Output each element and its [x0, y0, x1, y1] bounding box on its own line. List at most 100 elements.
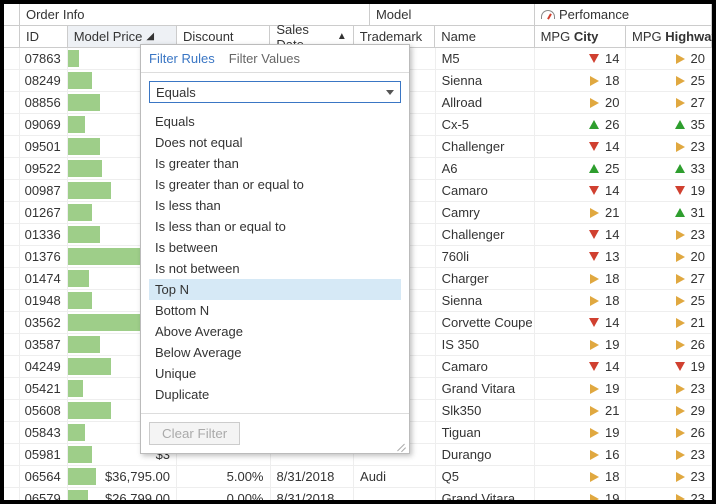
- cell-mpg-city: 19: [535, 334, 626, 355]
- row-gutter: [4, 488, 20, 500]
- cell-id: 03562: [20, 312, 68, 333]
- cell-name: Q5: [436, 466, 535, 487]
- cell-mpg-city: 14: [535, 136, 626, 157]
- cell-mpg-highway: 20: [626, 48, 712, 69]
- band-performance[interactable]: Perfomance: [535, 4, 712, 25]
- cell-id: 09522: [20, 158, 68, 179]
- header-mpg-highway[interactable]: MPG Highway: [626, 26, 712, 47]
- filter-option[interactable]: Is greater than: [149, 153, 401, 174]
- arrow-right-icon: [676, 406, 685, 416]
- cell-name: Allroad: [436, 92, 535, 113]
- cell-date: 8/31/2018: [271, 488, 355, 500]
- cell-name: Camaro: [436, 356, 535, 377]
- filter-option[interactable]: Is greater than or equal to: [149, 174, 401, 195]
- cell-mpg-highway: 23: [626, 444, 712, 465]
- filter-option[interactable]: Does not equal: [149, 132, 401, 153]
- cell-mpg-highway: 26: [626, 422, 712, 443]
- row-gutter: [4, 158, 20, 179]
- cell-discount: 5.00%: [177, 466, 270, 487]
- arrow-down-icon: [589, 54, 599, 63]
- cell-mpg-highway: 23: [626, 224, 712, 245]
- cell-name: Camry: [436, 202, 535, 223]
- arrow-right-icon: [590, 76, 599, 86]
- filter-popup-footer: Clear Filter: [141, 413, 409, 453]
- cell-name: Corvette Coupe: [436, 312, 535, 333]
- filter-option[interactable]: Unique: [149, 363, 401, 384]
- filter-option[interactable]: Duplicate: [149, 384, 401, 405]
- filter-option[interactable]: Is less than: [149, 195, 401, 216]
- arrow-right-icon: [676, 98, 685, 108]
- filter-rule-select[interactable]: Equals: [149, 81, 401, 103]
- arrow-down-icon: [589, 362, 599, 371]
- band-performance-label: Perfomance: [559, 7, 629, 22]
- cell-mpg-highway: 23: [626, 378, 712, 399]
- header-name[interactable]: Name: [435, 26, 534, 47]
- cell-mpg-city: 13: [535, 246, 626, 267]
- arrow-down-icon: [589, 318, 599, 327]
- popup-resizer[interactable]: [396, 440, 406, 450]
- cell-trademark: [354, 488, 436, 500]
- filter-option[interactable]: Is less than or equal to: [149, 216, 401, 237]
- arrow-right-icon: [676, 274, 685, 284]
- arrow-right-icon: [590, 472, 599, 482]
- cell-name: Grand Vitara: [436, 378, 535, 399]
- filter-option[interactable]: Is not between: [149, 258, 401, 279]
- row-gutter: [4, 334, 20, 355]
- cell-name: Tiguan: [436, 422, 535, 443]
- arrow-right-icon: [590, 208, 599, 218]
- filter-option[interactable]: Bottom N: [149, 300, 401, 321]
- cell-id: 08856: [20, 92, 68, 113]
- cell-mpg-city: 16: [535, 444, 626, 465]
- header-gutter: [4, 26, 20, 47]
- table-row[interactable]: 06564$36,795.005.00%8/31/2018AudiQ51823: [4, 466, 712, 488]
- cell-mpg-highway: 25: [626, 70, 712, 91]
- arrow-right-icon: [676, 428, 685, 438]
- clear-filter-button[interactable]: Clear Filter: [149, 422, 240, 445]
- cell-id: 03587: [20, 334, 68, 355]
- filter-option[interactable]: Below Average: [149, 342, 401, 363]
- cell-id: 09069: [20, 114, 68, 135]
- cell-discount: 0.00%: [177, 488, 270, 500]
- filter-option[interactable]: Above Average: [149, 321, 401, 342]
- gauge-icon: [541, 10, 555, 19]
- filter-option[interactable]: Equals: [149, 111, 401, 132]
- cell-id: 01336: [20, 224, 68, 245]
- cell-mpg-city: 26: [535, 114, 626, 135]
- cell-mpg-highway: 29: [626, 400, 712, 421]
- cell-mpg-highway: 23: [626, 136, 712, 157]
- arrow-up-icon: [675, 164, 685, 173]
- arrow-right-icon: [676, 76, 685, 86]
- table-row[interactable]: 06579$26,799.000.00%8/31/2018Grand Vitar…: [4, 488, 712, 500]
- header-id[interactable]: ID: [20, 26, 68, 47]
- cell-id: 01376: [20, 246, 68, 267]
- header-mpg-city[interactable]: MPG City: [535, 26, 626, 47]
- cell-mpg-highway: 19: [626, 356, 712, 377]
- cell-id: 01267: [20, 202, 68, 223]
- band-model[interactable]: Model: [370, 4, 535, 25]
- tab-filter-values[interactable]: Filter Values: [229, 51, 300, 66]
- cell-mpg-city: 18: [535, 290, 626, 311]
- arrow-down-icon: [675, 186, 685, 195]
- arrow-up-icon: [675, 208, 685, 217]
- sort-asc-icon: ▲: [337, 31, 347, 42]
- filter-option[interactable]: Is between: [149, 237, 401, 258]
- arrow-down-icon: [589, 186, 599, 195]
- row-gutter: [4, 224, 20, 245]
- cell-name: A6: [436, 158, 535, 179]
- row-gutter: [4, 202, 20, 223]
- cell-id: 01948: [20, 290, 68, 311]
- filter-option[interactable]: Top N: [149, 279, 401, 300]
- row-gutter: [4, 48, 20, 69]
- arrow-right-icon: [676, 318, 685, 328]
- cell-mpg-highway: 35: [626, 114, 712, 135]
- arrow-down-icon: [589, 142, 599, 151]
- cell-id: 05843: [20, 422, 68, 443]
- cell-mpg-highway: 23: [626, 466, 712, 487]
- arrow-up-icon: [589, 164, 599, 173]
- cell-name: 760li: [436, 246, 535, 267]
- header-mpg-hwy-prefix: MPG: [632, 29, 662, 44]
- tab-filter-rules[interactable]: Filter Rules: [149, 51, 215, 66]
- cell-id: 05981: [20, 444, 68, 465]
- row-gutter: [4, 356, 20, 377]
- cell-name: Challenger: [436, 136, 535, 157]
